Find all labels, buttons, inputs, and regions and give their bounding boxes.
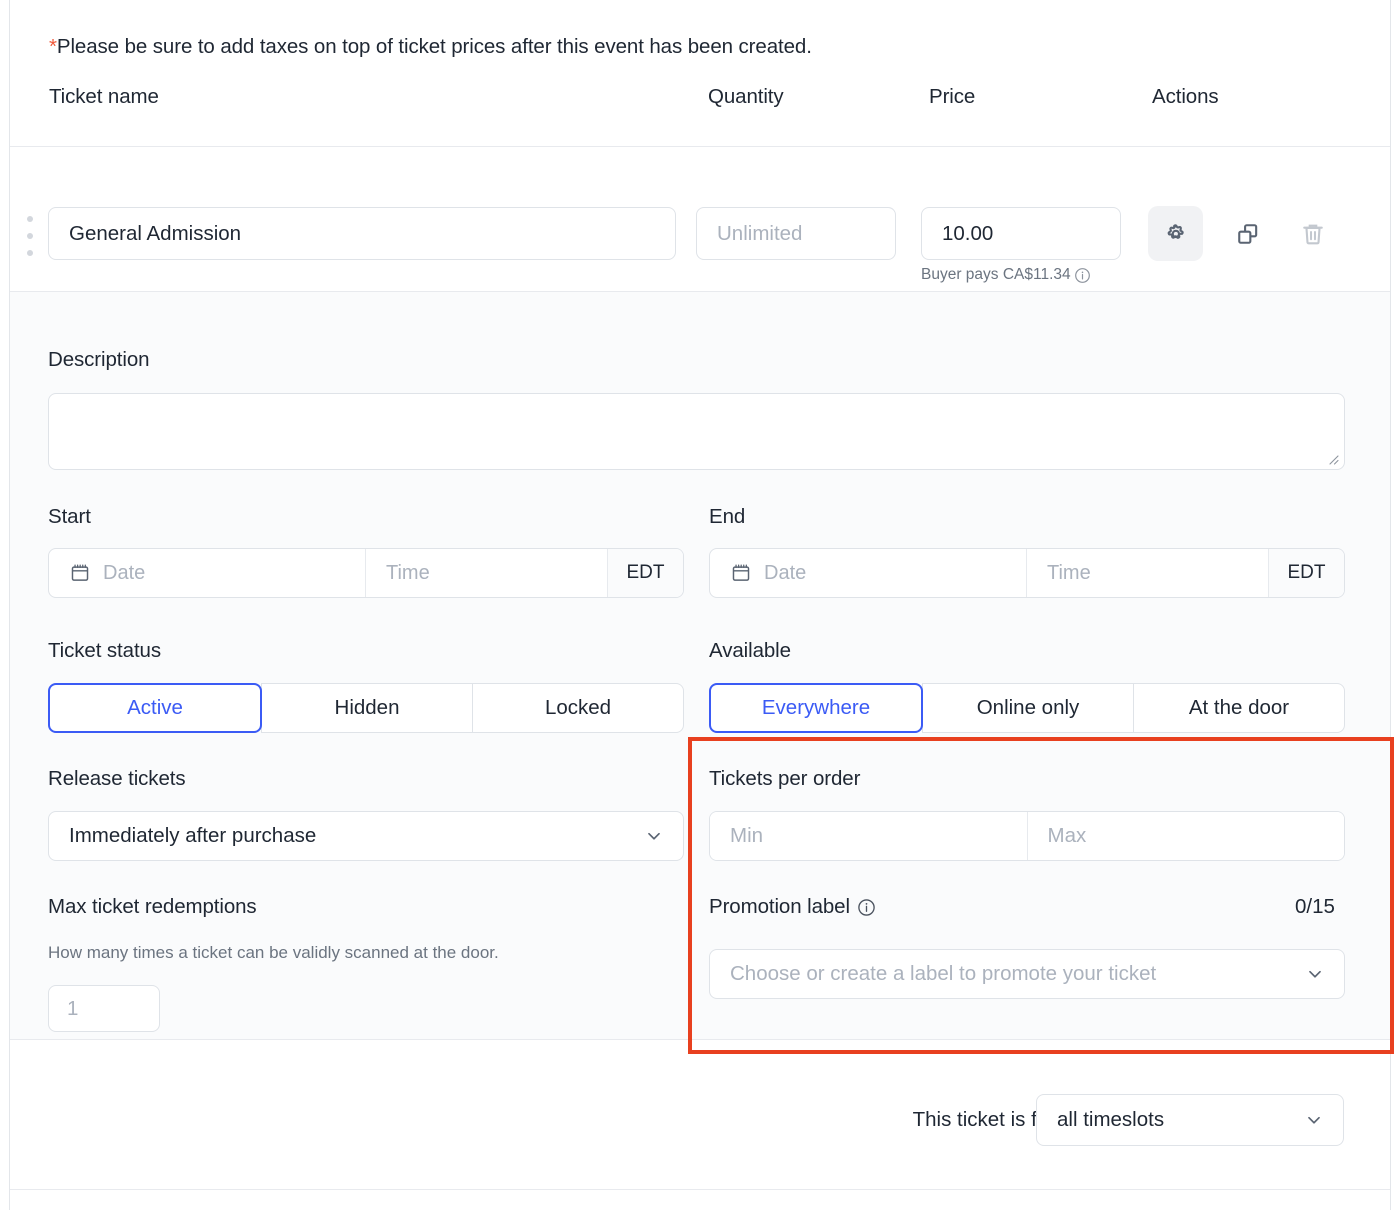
info-icon[interactable] xyxy=(1074,267,1091,284)
this-ticket-is-for-label: This ticket is for xyxy=(912,1108,1055,1131)
max-redemptions-input[interactable] xyxy=(48,985,160,1032)
end-datetime-group: Date Time EDT xyxy=(709,548,1345,598)
ticket-editor-page: *Please be sure to add taxes on top of t… xyxy=(0,0,1400,1210)
ticket-status-label: Ticket status xyxy=(48,639,162,662)
end-label: End xyxy=(709,505,746,528)
ticket-card: *Please be sure to add taxes on top of t… xyxy=(9,0,1391,1210)
tickets-per-order-label: Tickets per order xyxy=(709,767,861,790)
start-label: Start xyxy=(48,505,91,528)
release-tickets-select[interactable]: Immediately after purchase xyxy=(48,811,684,861)
tickets-per-order-min-input[interactable] xyxy=(710,812,1028,860)
available-option-online-only[interactable]: Online only xyxy=(922,683,1134,733)
chevron-down-icon xyxy=(1304,963,1326,985)
timeslot-select-value: all timeslots xyxy=(1057,1108,1165,1131)
start-timezone[interactable]: EDT xyxy=(608,549,683,597)
ticket-status-segmented: Active Hidden Locked xyxy=(48,683,684,733)
description-label: Description xyxy=(48,348,150,371)
tickets-per-order-group xyxy=(709,811,1345,861)
start-time-placeholder: Time xyxy=(386,561,430,584)
tax-notice-text: Please be sure to add taxes on top of ti… xyxy=(56,35,812,58)
promotion-label-placeholder: Choose or create a label to promote your… xyxy=(730,962,1157,985)
column-header-quantity: Quantity xyxy=(708,84,784,108)
release-tickets-value: Immediately after purchase xyxy=(69,824,317,847)
duplicate-icon xyxy=(1234,220,1262,248)
required-asterisk: * xyxy=(49,35,57,58)
end-date-placeholder: Date xyxy=(764,561,807,584)
ticket-settings-button[interactable] xyxy=(1148,206,1203,261)
end-time-placeholder: Time xyxy=(1047,561,1091,584)
start-time-field[interactable]: Time xyxy=(366,549,608,597)
column-header-ticket-name: Ticket name xyxy=(49,84,159,108)
page-tail xyxy=(10,1190,1390,1210)
buyer-pays-text: Buyer pays CA$11.34 xyxy=(921,266,1071,283)
column-header-price: Price xyxy=(929,84,976,108)
gear-icon xyxy=(1161,219,1191,249)
quantity-input[interactable] xyxy=(696,207,896,260)
calendar-icon xyxy=(730,562,752,584)
ticket-name-input[interactable] xyxy=(48,207,676,260)
chevron-down-icon xyxy=(643,825,665,847)
tax-notice: *Please be sure to add taxes on top of t… xyxy=(10,0,1390,61)
ticket-status-option-hidden[interactable]: Hidden xyxy=(261,683,473,733)
promotion-label-select[interactable]: Choose or create a label to promote your… xyxy=(709,949,1345,999)
available-option-everywhere[interactable]: Everywhere xyxy=(709,683,923,733)
buyer-pays-note: Buyer pays CA$11.34 xyxy=(921,266,1091,284)
ticket-status-option-active[interactable]: Active xyxy=(48,683,262,733)
calendar-icon xyxy=(69,562,91,584)
start-date-field[interactable]: Date xyxy=(49,549,366,597)
column-header-actions: Actions xyxy=(1152,84,1219,108)
price-input[interactable] xyxy=(921,207,1121,260)
timeslot-select[interactable]: all timeslots xyxy=(1036,1094,1344,1146)
column-header-row: Ticket name Quantity Price Actions xyxy=(10,85,1390,147)
chevron-down-icon xyxy=(1303,1109,1325,1131)
start-date-placeholder: Date xyxy=(103,561,146,584)
description-textarea[interactable] xyxy=(48,393,1345,470)
available-option-at-the-door[interactable]: At the door xyxy=(1133,683,1345,733)
max-redemptions-help: How many times a ticket can be validly s… xyxy=(48,943,499,962)
drag-handle-icon[interactable] xyxy=(26,216,34,256)
duplicate-ticket-button[interactable] xyxy=(1220,206,1275,261)
available-segmented: Everywhere Online only At the door xyxy=(709,683,1345,733)
tickets-per-order-max-input[interactable] xyxy=(1027,812,1344,860)
available-label: Available xyxy=(709,639,791,662)
promotion-label-counter: 0/15 xyxy=(1295,895,1335,918)
trash-icon xyxy=(1299,220,1327,248)
promotion-label-text: Promotion label xyxy=(709,895,850,918)
promotion-label-label: Promotion label xyxy=(709,895,876,919)
max-redemptions-label: Max ticket redemptions xyxy=(48,895,257,918)
end-timezone[interactable]: EDT xyxy=(1269,549,1344,597)
info-icon[interactable] xyxy=(857,898,876,917)
end-time-field[interactable]: Time xyxy=(1027,549,1269,597)
delete-ticket-button[interactable] xyxy=(1285,206,1340,261)
release-tickets-label: Release tickets xyxy=(48,767,186,790)
end-date-field[interactable]: Date xyxy=(710,549,1027,597)
ticket-status-option-locked[interactable]: Locked xyxy=(472,683,684,733)
start-datetime-group: Date Time EDT xyxy=(48,548,684,598)
